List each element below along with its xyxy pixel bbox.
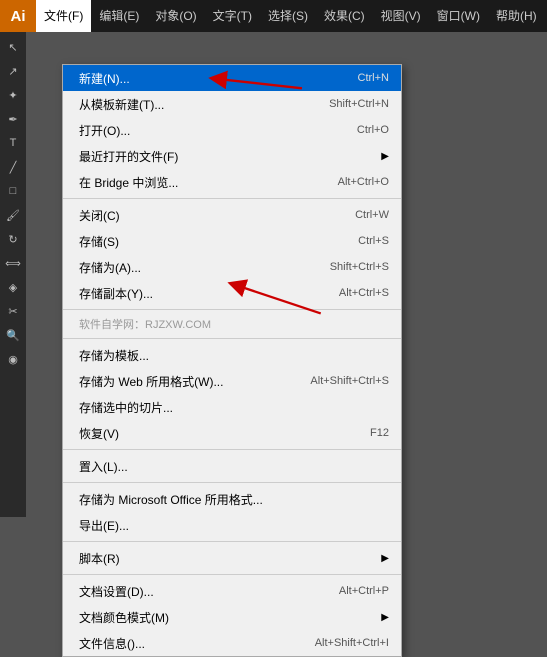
menu-window[interactable]: 窗口(W) xyxy=(429,0,488,32)
tool-text[interactable]: T xyxy=(2,132,24,154)
menu-item-new-from-template[interactable]: 从模板新建(T)... Shift+Ctrl+N xyxy=(63,91,401,117)
tool-blend[interactable]: ◈ xyxy=(2,276,24,298)
menu-item-save-web[interactable]: 存储为 Web 所用格式(W)... Alt+Shift+Ctrl+S xyxy=(63,368,401,394)
menu-item-new[interactable]: 新建(N)... Ctrl+N xyxy=(63,65,401,91)
menu-item-save-slices[interactable]: 存储选中的切片... xyxy=(63,394,401,420)
separator-5 xyxy=(63,482,401,483)
menu-item-doc-setup[interactable]: 文档设置(D)... Alt+Ctrl+P xyxy=(63,578,401,604)
menu-item-open[interactable]: 打开(O)... Ctrl+O xyxy=(63,117,401,143)
menu-item-save-copy[interactable]: 存储副本(Y)... Alt+Ctrl+S xyxy=(63,280,401,306)
separator-2 xyxy=(63,309,401,310)
tool-pen[interactable]: ✒ xyxy=(2,108,24,130)
tool-magic-wand[interactable]: ✦ xyxy=(2,84,24,106)
tool-mirror[interactable]: ⟺ xyxy=(2,252,24,274)
separator-6 xyxy=(63,541,401,542)
left-toolbar: ↖ ↗ ✦ ✒ T ╱ □ 🖌 ↻ ⟺ ◈ ✂ 🔍 ◉ xyxy=(0,32,26,517)
menu-help[interactable]: 帮助(H) xyxy=(488,0,545,32)
tool-paintbrush[interactable]: 🖌 xyxy=(2,204,24,226)
menu-item-save[interactable]: 存储(S) Ctrl+S xyxy=(63,228,401,254)
menu-bar: 文件(F) 编辑(E) 对象(O) 文字(T) 选择(S) 效果(C) 视图(V… xyxy=(36,0,547,32)
menu-item-recent[interactable]: 最近打开的文件(F) ▶ xyxy=(63,143,401,169)
separator-4 xyxy=(63,449,401,450)
menu-item-save-template[interactable]: 存储为模板... xyxy=(63,342,401,368)
separator-7 xyxy=(63,574,401,575)
separator-1 xyxy=(63,198,401,199)
tool-rect[interactable]: □ xyxy=(2,180,24,202)
tool-fill[interactable]: ◉ xyxy=(2,348,24,370)
tool-cut[interactable]: ✂ xyxy=(2,300,24,322)
menu-item-place[interactable]: 置入(L)... xyxy=(63,453,401,479)
menu-select[interactable]: 选择(S) xyxy=(260,0,316,32)
menu-item-save-as[interactable]: 存储为(A)... Shift+Ctrl+S xyxy=(63,254,401,280)
canvas-area: 新建(N)... Ctrl+N 从模板新建(T)... Shift+Ctrl+N… xyxy=(26,32,547,517)
tool-zoom[interactable]: 🔍 xyxy=(2,324,24,346)
menu-item-close[interactable]: 关闭(C) Ctrl+W xyxy=(63,202,401,228)
menu-item-file-info[interactable]: 文件信息()... Alt+Shift+Ctrl+I xyxy=(63,630,401,656)
file-dropdown-menu: 新建(N)... Ctrl+N 从模板新建(T)... Shift+Ctrl+N… xyxy=(62,64,402,657)
menu-item-save-office[interactable]: 存储为 Microsoft Office 所用格式... xyxy=(63,486,401,512)
main-area: ↖ ↗ ✦ ✒ T ╱ □ 🖌 ↻ ⟺ ◈ ✂ 🔍 ◉ 新建(N)... Ctr… xyxy=(0,32,547,517)
menu-item-color-mode[interactable]: 文档颜色模式(M) ▶ xyxy=(63,604,401,630)
title-bar: Ai 文件(F) 编辑(E) 对象(O) 文字(T) 选择(S) 效果(C) 视… xyxy=(0,0,547,32)
menu-item-revert[interactable]: 恢复(V) F12 xyxy=(63,420,401,446)
separator-3 xyxy=(63,338,401,339)
menu-item-scripts[interactable]: 脚本(R) ▶ xyxy=(63,545,401,571)
menu-effect[interactable]: 效果(C) xyxy=(316,0,373,32)
menu-view[interactable]: 视图(V) xyxy=(373,0,429,32)
menu-item-bridge[interactable]: 在 Bridge 中浏览... Alt+Ctrl+O xyxy=(63,169,401,195)
menu-item-export[interactable]: 导出(E)... xyxy=(63,512,401,538)
ai-logo: Ai xyxy=(0,0,36,32)
menu-file[interactable]: 文件(F) xyxy=(36,0,91,32)
tool-rotate[interactable]: ↻ xyxy=(2,228,24,250)
menu-text[interactable]: 文字(T) xyxy=(205,0,260,32)
menu-edit[interactable]: 编辑(E) xyxy=(91,0,147,32)
watermark-row: 软件自学网：RJZXW.COM xyxy=(63,313,401,335)
tool-direct-select[interactable]: ↗ xyxy=(2,60,24,82)
menu-object[interactable]: 对象(O) xyxy=(147,0,204,32)
tool-select[interactable]: ↖ xyxy=(2,36,24,58)
tool-line[interactable]: ╱ xyxy=(2,156,24,178)
